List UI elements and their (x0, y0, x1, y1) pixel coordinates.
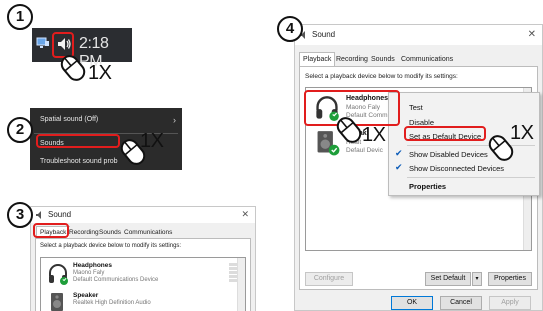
instruction-text: Select a playback device below to modify… (40, 243, 182, 249)
close-icon[interactable]: ✕ (528, 29, 536, 40)
device-name: Headphones (73, 262, 113, 269)
sound-dialog-step3: Sound ✕ Playback Recording Sounds Commun… (30, 206, 256, 311)
step-4-badge: 4 (277, 16, 303, 42)
chevron-down-icon: ▾ (475, 276, 479, 282)
menu-item-troubleshoot[interactable]: Troubleshoot sound prob (30, 153, 182, 171)
step-3-badge: 3 (7, 202, 33, 228)
set-default-highlight (404, 126, 486, 141)
apply-button[interactable]: Apply (489, 296, 531, 310)
click-count-label: 1X (88, 62, 112, 84)
menu-item-label: Troubleshoot sound prob (40, 158, 118, 165)
tab-recording[interactable]: Recording (336, 53, 368, 67)
click-count-label: 1X (140, 130, 164, 152)
tab-strip: Playback Recording Sounds Communications (295, 51, 542, 67)
menu-item-show-disabled[interactable]: Show Disabled Devices (409, 150, 488, 159)
menu-item-test[interactable]: Test (409, 103, 423, 112)
tab-content: Select a playback device below to modify… (35, 238, 251, 311)
window-title: Sound (312, 30, 336, 39)
ok-button[interactable]: OK (391, 296, 433, 310)
titlebar: Sound ✕ (31, 207, 255, 223)
chevron-right-icon: › (173, 115, 176, 125)
tab-playback[interactable]: Playback (299, 52, 336, 67)
properties-button[interactable]: Properties (488, 272, 532, 286)
cancel-button[interactable]: Cancel (440, 296, 482, 310)
tab-communications[interactable]: Communications (401, 53, 454, 67)
set-default-dropdown[interactable]: ▾ (472, 272, 482, 286)
click-count-label: 1X (362, 124, 386, 146)
set-default-button[interactable]: Set Default (425, 272, 471, 286)
mouse-icon (336, 117, 362, 143)
volume-level-meter (229, 263, 237, 283)
close-icon[interactable]: ✕ (241, 209, 249, 220)
tab-sounds[interactable]: Sounds (371, 53, 395, 67)
sounds-highlight (36, 134, 120, 148)
step-1-badge: 1 (7, 4, 33, 30)
sound-app-icon (36, 211, 41, 219)
menu-separator (407, 177, 535, 178)
step-2-badge: 2 (7, 117, 33, 143)
device-description: Realtek High Definition Audio (73, 300, 151, 306)
device-description: Maono Faly (73, 270, 105, 276)
instruction-text: Select a playback device below to modify… (305, 73, 458, 80)
device-name: Speaker (73, 292, 99, 299)
window-title: Sound (48, 210, 72, 219)
click-count-label: 1X (510, 122, 534, 144)
mouse-icon (60, 55, 86, 81)
device-status: Defaul Devic (346, 147, 383, 154)
headphones-icon (49, 264, 68, 285)
checkmark-icon: ✔ (395, 149, 403, 159)
configure-button[interactable]: Configure (305, 272, 353, 286)
menu-item-spatial-sound[interactable]: Spatial sound (Off) › (30, 111, 182, 129)
network-icon[interactable] (36, 37, 50, 49)
device-item-headphones[interactable]: Headphones Maono Faly Default Communicat… (41, 262, 245, 288)
device-item-speaker[interactable]: Speaker Realtek High Definition Audio (41, 292, 245, 311)
playback-tab-highlight (33, 223, 69, 238)
menu-item-show-disconnected[interactable]: Show Disconnected Devices (409, 164, 504, 173)
scrollbar[interactable] (237, 258, 245, 311)
menu-item-properties[interactable]: Properties (409, 182, 446, 191)
titlebar: Sound ✕ (295, 25, 542, 45)
speaker-device-icon (51, 293, 63, 311)
menu-item-label: Spatial sound (Off) (40, 116, 99, 123)
device-status: Default Communications Device (73, 277, 159, 283)
device-list[interactable]: Headphones Maono Faly Default Communicat… (40, 257, 246, 311)
checkmark-icon: ✔ (395, 163, 403, 173)
